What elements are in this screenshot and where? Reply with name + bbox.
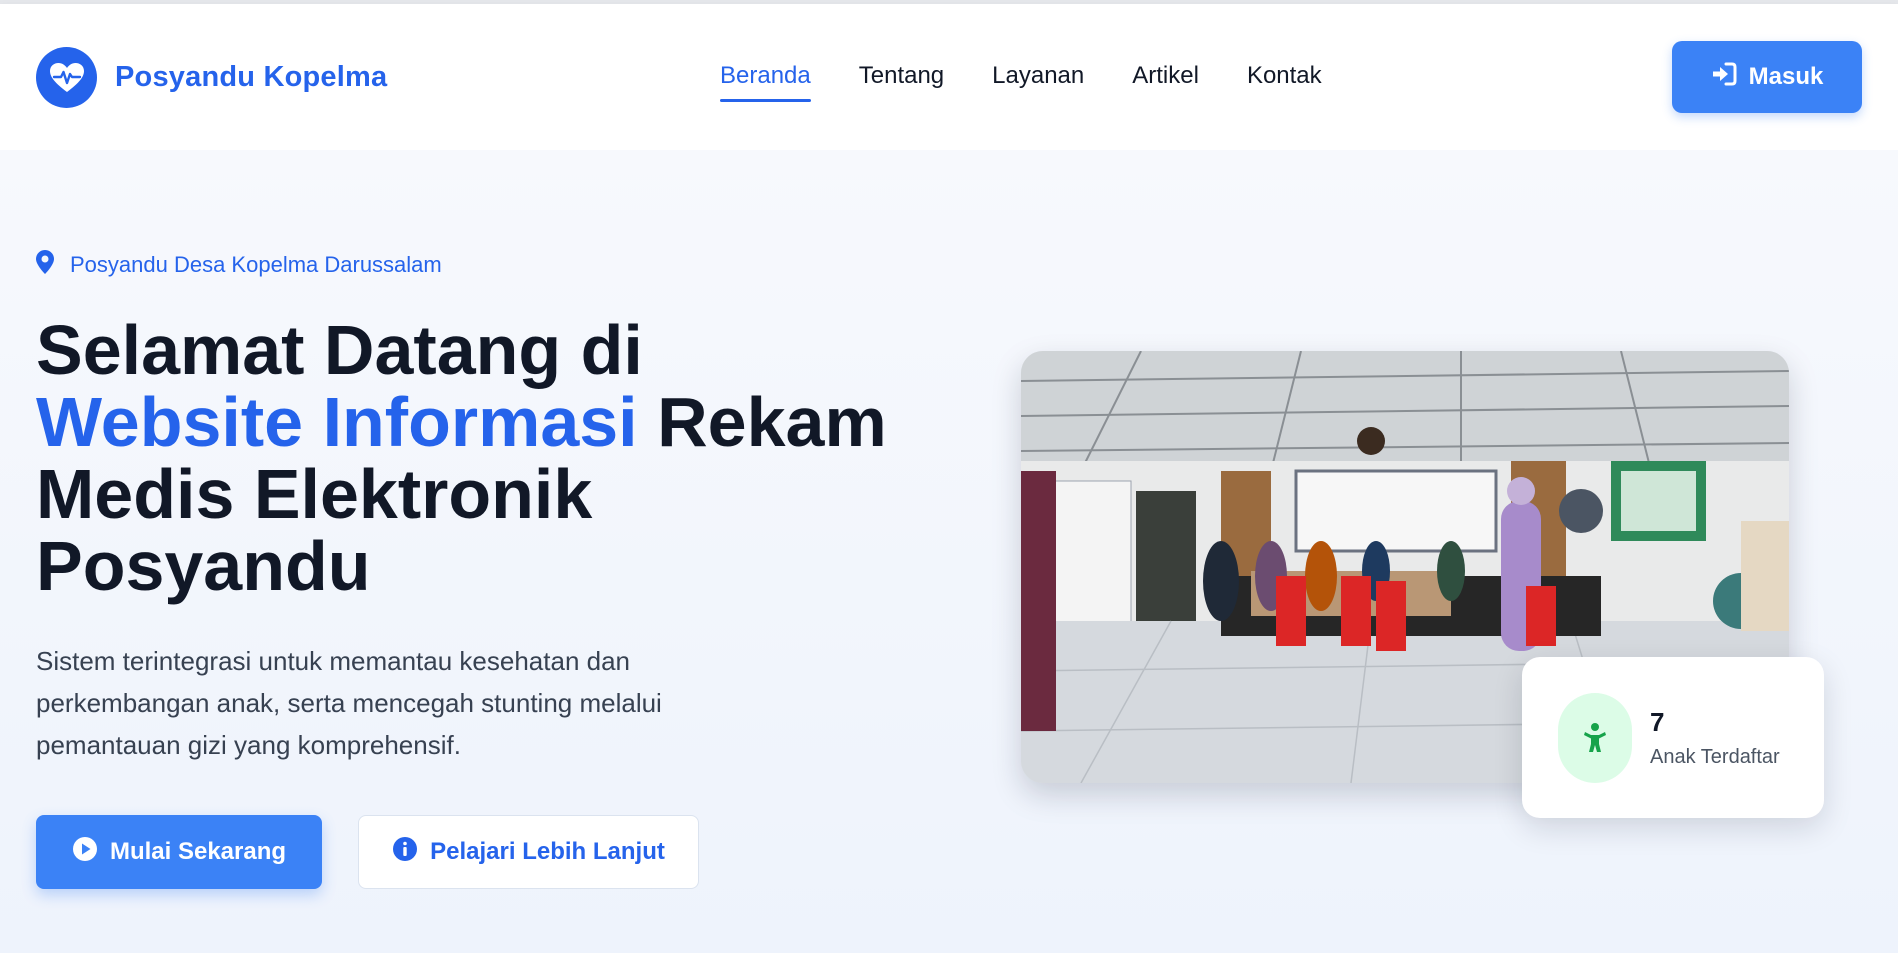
brand-name: Posyandu Kopelma — [115, 61, 388, 93]
learn-more-label: Pelajari Lebih Lanjut — [430, 838, 665, 865]
heart-pulse-icon — [36, 47, 97, 108]
sign-in-icon — [1711, 62, 1737, 93]
registered-children-label: Anak Terdaftar — [1650, 745, 1780, 768]
learn-more-button[interactable]: Pelajari Lebih Lanjut — [358, 815, 699, 889]
nav-link-artikel[interactable]: Artikel — [1132, 62, 1199, 102]
main-nav: Beranda Tentang Layanan Artikel Kontak — [720, 62, 1322, 102]
play-circle-icon — [72, 836, 98, 869]
brand[interactable]: Posyandu Kopelma — [36, 47, 387, 108]
hero-section: Posyandu Desa Kopelma Darussalam Selamat… — [0, 150, 1898, 953]
registered-children-card: 7 Anak Terdaftar — [1522, 657, 1824, 818]
location-text: Posyandu Desa Kopelma Darussalam — [70, 251, 442, 277]
hero-headline: Selamat Datang di Website Informasi Reka… — [36, 314, 936, 602]
site-header: Posyandu Kopelma Beranda Tentang Layanan… — [0, 4, 1898, 150]
nav-link-kontak[interactable]: Kontak — [1247, 62, 1322, 102]
nav-link-beranda[interactable]: Beranda — [720, 62, 811, 102]
start-button[interactable]: Mulai Sekarang — [36, 815, 322, 889]
nav-link-layanan[interactable]: Layanan — [992, 62, 1084, 102]
map-pin-icon — [36, 250, 54, 279]
registered-children-count: 7 — [1650, 706, 1665, 737]
headline-part1: Selamat Datang di — [36, 311, 643, 389]
nav-link-tentang[interactable]: Tentang — [859, 62, 944, 102]
login-label: Masuk — [1748, 63, 1824, 90]
login-button[interactable]: Masuk — [1672, 41, 1862, 113]
headline-accent: Website Informasi — [36, 383, 638, 461]
child-icon — [1558, 692, 1632, 783]
info-circle-icon — [392, 836, 418, 869]
hero-description: Sistem terintegrasi untuk memantau keseh… — [36, 646, 662, 760]
location-tag: Posyandu Desa Kopelma Darussalam — [36, 250, 442, 279]
start-button-label: Mulai Sekarang — [109, 838, 287, 865]
